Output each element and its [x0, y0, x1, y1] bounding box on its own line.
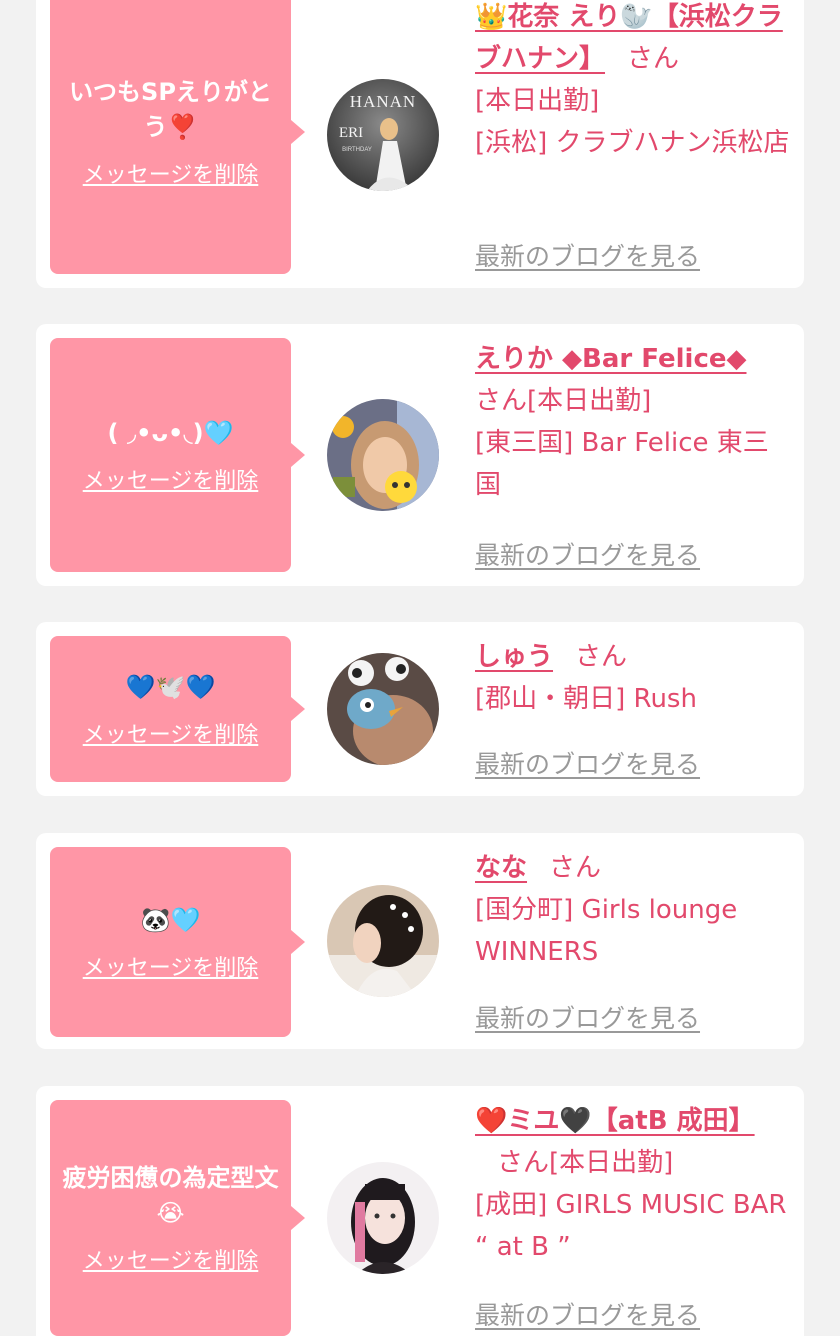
cast-name-link[interactable]: ❤️ミユ🖤【atB 成田】	[475, 1106, 755, 1136]
message-bubble: いつもSPえりがとう❣️ メッセージを削除	[50, 0, 305, 274]
delete-message-link[interactable]: メッセージを削除	[83, 950, 259, 982]
message-bubble: ( ◞•ᴗ•◟)🩵 メッセージを削除	[50, 338, 305, 572]
latest-blog-link[interactable]: 最新のブログを見る	[475, 1296, 700, 1332]
shop-location: [浜松] クラブハナン浜松店	[475, 128, 790, 158]
cast-name-link[interactable]: なな	[475, 853, 527, 883]
avatar-text-hanan: HANAN	[350, 92, 416, 111]
cast-info: ❤️ミユ🖤【atB 成田】さん[本日出勤] [成田] GIRLS MUSIC B…	[475, 1100, 793, 1268]
delete-message-link[interactable]: メッセージを削除	[83, 463, 259, 495]
honorific: さん	[475, 386, 528, 416]
avatar-image	[327, 399, 439, 511]
message-text: ( ◞•ᴗ•◟)🩵	[107, 418, 234, 447]
avatar[interactable]	[327, 1162, 439, 1274]
avatar-text-eri: ERI	[339, 125, 363, 141]
work-status: [本日出勤]	[475, 86, 600, 116]
latest-blog-link[interactable]: 最新のブログを見る	[475, 536, 700, 572]
shop-location: [国分町] Girls lounge WINNERS	[475, 895, 738, 967]
cast-name-link[interactable]: えりか ◆Bar Felice◆	[475, 344, 747, 374]
avatar-image	[327, 653, 439, 765]
cast-name-link[interactable]: しゅう	[475, 642, 553, 672]
work-status: [本日出勤]	[527, 386, 652, 416]
latest-blog-link[interactable]: 最新のブログを見る	[475, 745, 700, 781]
message-text: 🐼🩵	[140, 905, 201, 934]
honorific: さん	[575, 642, 628, 672]
shop-location: [郡山・朝日] Rush	[475, 684, 697, 714]
cast-info: 👑花奈 えり🦭【浜松クラブハナン】 さん [本日出勤] [浜松] クラブハナン浜松…	[475, 0, 793, 164]
list-item: 💙🕊️💙 メッセージを削除 しゅう さん [郡山・朝日] Rush 最新のブログを…	[36, 622, 804, 796]
list-item: いつもSPえりがとう❣️ メッセージを削除 HANAN ERI BIRTHDAY	[36, 0, 804, 288]
message-text: 疲労困憊の為定型文😭	[62, 1164, 279, 1227]
shop-location: [成田] GIRLS MUSIC BAR “ at B ”	[475, 1190, 787, 1262]
avatar-image: HANAN ERI BIRTHDAY	[327, 79, 439, 191]
honorific: さん	[627, 44, 680, 74]
honorific: さん	[549, 853, 602, 883]
avatar-text-birthday: BIRTHDAY	[342, 147, 372, 153]
avatar[interactable]	[327, 653, 439, 765]
work-status: [本日出勤]	[549, 1148, 674, 1178]
avatar[interactable]: HANAN ERI BIRTHDAY	[327, 79, 439, 191]
delete-message-link[interactable]: メッセージを削除	[83, 1243, 259, 1275]
latest-blog-link[interactable]: 最新のブログを見る	[475, 999, 700, 1035]
cast-info: しゅう さん [郡山・朝日] Rush	[475, 636, 793, 720]
list-item: 疲労困憊の為定型文😭 メッセージを削除 ❤️ミユ🖤【atB 成田】さん[本日出勤…	[36, 1086, 804, 1336]
avatar[interactable]	[327, 399, 439, 511]
avatar-image	[327, 1162, 439, 1274]
honorific: さん	[497, 1148, 550, 1178]
message-list: いつもSPえりがとう❣️ メッセージを削除 HANAN ERI BIRTHDAY	[0, 0, 840, 1336]
avatar-image	[327, 885, 439, 997]
list-item: 🐼🩵 メッセージを削除 なな さん [国分町] Girls lounge WINN…	[36, 833, 804, 1049]
message-text: 💙🕊️💙	[125, 672, 216, 701]
list-item: ( ◞•ᴗ•◟)🩵 メッセージを削除 えりか ◆Bar Felice◆ さん[本…	[36, 324, 804, 586]
message-bubble: 💙🕊️💙 メッセージを削除	[50, 636, 305, 782]
delete-message-link[interactable]: メッセージを削除	[83, 717, 259, 749]
latest-blog-link[interactable]: 最新のブログを見る	[475, 237, 700, 273]
shop-location: [東三国] Bar Felice 東三国	[475, 428, 769, 500]
avatar[interactable]	[327, 885, 439, 997]
cast-info: えりか ◆Bar Felice◆ さん[本日出勤] [東三国] Bar Feli…	[475, 338, 793, 506]
message-bubble: 疲労困憊の為定型文😭 メッセージを削除	[50, 1100, 305, 1336]
message-text: いつもSPえりがとう❣️	[69, 78, 272, 141]
message-bubble: 🐼🩵 メッセージを削除	[50, 847, 305, 1037]
delete-message-link[interactable]: メッセージを削除	[83, 157, 259, 189]
cast-info: なな さん [国分町] Girls lounge WINNERS	[475, 847, 793, 973]
